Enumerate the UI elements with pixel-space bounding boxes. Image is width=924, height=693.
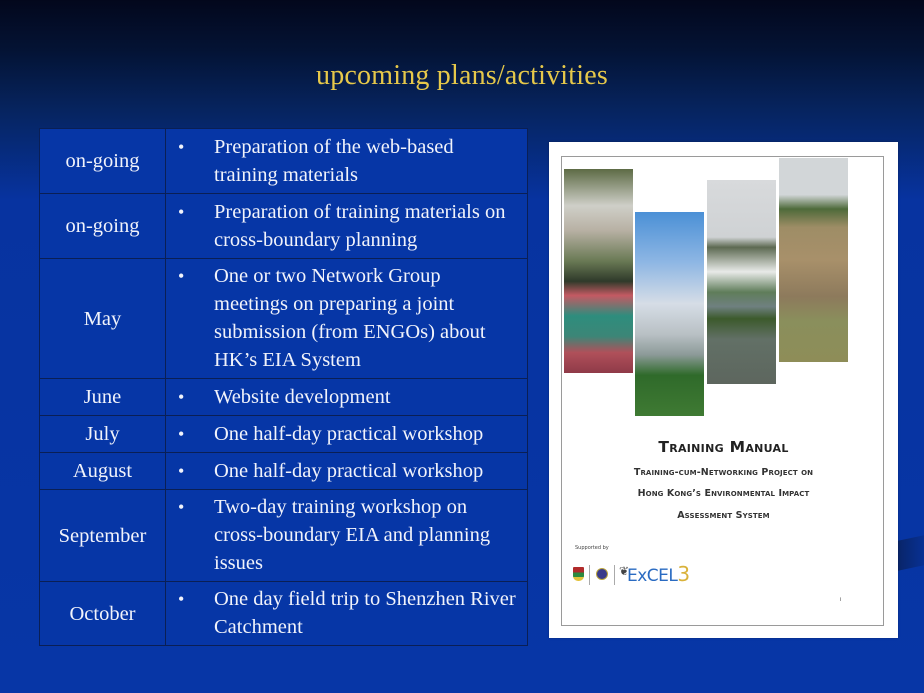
photo-viaduct [635,212,704,416]
bullet-icon: • [178,137,185,157]
bullet-icon: • [178,497,185,517]
page-number: i [840,597,842,603]
table-row: July • One half-day practical workshop [39,415,528,453]
schedule-when: June [39,378,166,416]
table-row: June • Website development [39,378,528,416]
table-row: October • One day field trip to Shenzhen … [39,581,528,646]
cover-subtitle-line: Hong Kong’s Environmental Impact [637,488,810,499]
supported-by-label: Supported by [575,545,609,551]
schedule-activity: One day field trip to Shenzhen River Cat… [214,588,516,638]
decorative-shadow [898,535,924,571]
table-row: on-going • Preparation of the web-based t… [39,128,528,194]
bullet-icon: • [178,424,185,444]
logo-divider [589,565,590,585]
schedule-when: on-going [39,193,166,259]
schedule-when: October [39,581,166,646]
schedule-activity: Two-day training workshop on cross-bound… [214,496,491,574]
cover-title: Training Manual [658,438,789,456]
bullet-icon: • [178,387,185,407]
training-manual-cover-image: Training Manual Training-cum-Networking … [549,142,898,638]
photo-riverbank [779,158,848,362]
schedule-activity: One or two Network Group meetings on pre… [214,265,486,371]
schedule-activity: One half-day practical workshop [214,423,484,445]
cover-subtitle-line: Training-cum-Networking Project on [633,467,814,478]
bullet-icon: • [178,461,185,481]
table-row: on-going • Preparation of training materi… [39,193,528,259]
logo-divider [614,565,615,585]
bullet-icon: • [178,202,185,222]
seal-icon [596,568,608,580]
schedule-when: September [39,489,166,582]
schedule-activity: One half-day practical workshop [214,460,484,482]
table-row: September • Two-day training workshop on … [39,489,528,582]
schedule-table: on-going • Preparation of the web-based t… [39,128,528,646]
excel-logo-number: 3 [677,562,690,586]
schedule-when: May [39,258,166,379]
photo-basketball-court [564,169,633,373]
cover-subtitle-line: Assessment System [677,510,770,521]
schedule-activity: Website development [214,386,391,408]
schedule-activity: Preparation of the web-based training ma… [214,136,454,186]
table-row: August • One half-day practical workshop [39,452,528,490]
schedule-activity: Preparation of training materials on cro… [214,201,506,251]
schedule-when: on-going [39,128,166,194]
university-crest-icon [573,567,584,581]
photo-village-pond [707,180,776,384]
schedule-when: August [39,452,166,490]
excel-logo-text: ExCEL [627,566,678,586]
table-row: May • One or two Network Group meetings o… [39,258,528,379]
bullet-icon: • [178,266,185,286]
bullet-icon: • [178,589,185,609]
schedule-when: July [39,415,166,453]
slide-title: upcoming plans/activities [316,60,608,91]
excel3-logo: ExCEL3 [627,562,690,586]
